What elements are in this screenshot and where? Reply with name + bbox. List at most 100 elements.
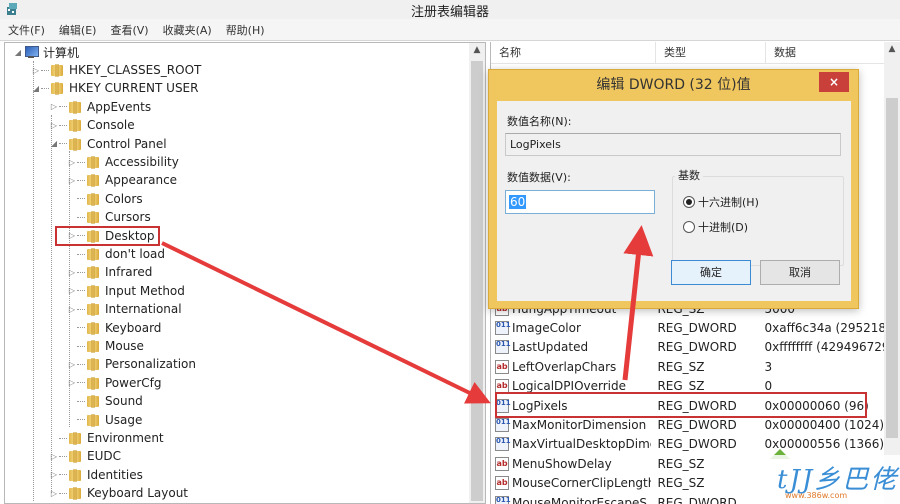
list-row[interactable]: ab LeftOverlapChars REG_SZ 3 xyxy=(491,357,885,376)
folder-icon xyxy=(50,81,64,96)
cancel-button[interactable]: 取消 xyxy=(760,260,840,285)
tree-connector xyxy=(77,161,85,163)
value-name: MouseCornerClipLength xyxy=(512,476,652,491)
tree-item[interactable]: Environment xyxy=(49,429,164,447)
collapsed-icon[interactable]: ▷ xyxy=(67,378,77,387)
collapsed-icon[interactable]: ▷ xyxy=(67,286,77,295)
column-name[interactable]: 名称 xyxy=(491,42,656,63)
collapsed-icon[interactable]: ▷ xyxy=(67,268,77,277)
folder-icon xyxy=(68,118,82,133)
collapsed-icon[interactable]: ▷ xyxy=(67,158,77,167)
menu-edit[interactable]: 编辑(E) xyxy=(59,22,97,38)
tree-item-label: Sound xyxy=(105,394,143,409)
folder-icon xyxy=(68,468,82,482)
collapsed-icon[interactable]: ▷ xyxy=(31,66,41,75)
collapsed-icon[interactable]: ▷ xyxy=(49,489,59,498)
tree-item[interactable]: ▷ Personalization xyxy=(67,355,196,373)
tree-item[interactable]: ▷ Keyboard Layout xyxy=(49,484,188,502)
collapsed-icon[interactable]: ▷ xyxy=(49,470,59,479)
cell-data: 3 xyxy=(764,359,773,374)
tree-item-computer[interactable]: ◢ 计算机 xyxy=(13,43,79,61)
column-data[interactable]: 数据 xyxy=(766,42,885,63)
tree-item[interactable]: Keyboard xyxy=(67,319,161,337)
list-row[interactable]: 011 LastUpdated REG_DWORD 0xffffffff (42949… xyxy=(491,338,885,357)
tree-item[interactable]: ▷ Accessibility xyxy=(67,153,179,171)
expanded-icon[interactable]: ◢ xyxy=(13,48,23,57)
value-data-input[interactable]: 60 xyxy=(505,190,655,214)
radio-hexadecimal[interactable]: 十六进制(H) xyxy=(683,194,759,210)
tree-item[interactable]: ▷ Console xyxy=(49,116,135,134)
collapsed-icon[interactable]: ▷ xyxy=(67,360,77,369)
scroll-up-icon[interactable]: ▲ xyxy=(469,45,485,55)
cell-type: REG_DWORD xyxy=(657,340,737,355)
collapsed-icon[interactable]: ▷ xyxy=(49,121,59,130)
scroll-up-icon[interactable]: ▲ xyxy=(884,44,900,54)
cell-name: ab MenuShowDelay xyxy=(491,456,651,471)
list-scrollbar[interactable]: ▲ xyxy=(884,42,900,504)
watermark-url: www.386w.com xyxy=(785,491,848,500)
value-name-field[interactable]: LogPixels xyxy=(505,133,841,156)
menu-favorites[interactable]: 收藏夹(A) xyxy=(163,22,212,38)
tree-item[interactable]: Cursors xyxy=(67,208,151,226)
collapsed-icon[interactable]: ▷ xyxy=(49,102,59,111)
binary-value-icon: 011 xyxy=(495,340,511,355)
title-bar: 注册表编辑器 xyxy=(0,0,900,20)
collapsed-icon[interactable]: ▷ xyxy=(49,452,59,461)
cell-name: ab LeftOverlapChars xyxy=(491,359,651,374)
cell-name: 011 MouseMonitorEscapeS... xyxy=(491,495,651,504)
radio-decimal[interactable]: 十进制(D) xyxy=(683,219,748,235)
expanded-icon[interactable]: ◢ xyxy=(31,84,41,93)
list-row[interactable]: 011 MaxMonitorDimension REG_DWORD 0x0000040… xyxy=(491,415,885,434)
tree-connector xyxy=(77,327,85,329)
tree-item[interactable]: ▷ Infrared xyxy=(67,263,152,281)
tree-item-label: Environment xyxy=(87,431,164,445)
cell-data: 0xffffffff (4294967295) xyxy=(764,340,886,355)
menu-view[interactable]: 查看(V) xyxy=(110,22,148,38)
column-type[interactable]: 类型 xyxy=(656,42,766,63)
tree-item[interactable]: ▷ AppEvents xyxy=(49,98,151,116)
tree-item-label: Personalization xyxy=(105,357,196,372)
folder-icon xyxy=(86,376,100,390)
menu-help[interactable]: 帮助(H) xyxy=(226,22,265,38)
folder-icon xyxy=(68,431,82,445)
list-row[interactable]: 011ImageColor REG_DWORD 0xaff6c34a (295218… xyxy=(491,318,885,337)
cell-type: REG_SZ xyxy=(657,456,705,471)
tree-item[interactable]: ▷ EUDC xyxy=(49,447,121,465)
close-button[interactable]: × xyxy=(819,72,849,92)
tree-item[interactable]: Mouse xyxy=(67,337,144,355)
list-row[interactable]: 011MaxVirtualDesktopDime...REG_DWORD0x00… xyxy=(491,435,885,454)
tree-scrollbar[interactable]: ▲ xyxy=(469,43,485,503)
folder-icon xyxy=(68,486,82,501)
expanded-icon[interactable]: ◢ xyxy=(49,139,59,148)
tree-item[interactable]: ◢ HKEY CURRENT USER xyxy=(31,79,198,97)
ok-button[interactable]: 确定 xyxy=(671,260,751,285)
tree-item[interactable]: ▷ Identities xyxy=(49,466,143,484)
tree-item[interactable]: don't load xyxy=(67,245,165,263)
tree-item[interactable]: ◢ Control Panel xyxy=(49,135,167,153)
tree-item[interactable]: Colors xyxy=(67,190,143,208)
menu-file[interactable]: 文件(F) xyxy=(8,22,45,38)
collapsed-icon[interactable]: ▷ xyxy=(67,176,77,185)
tree-item[interactable]: ▷ HKEY_CLASSES_ROOT xyxy=(31,61,201,79)
tree-item-label: Keyboard xyxy=(105,320,162,335)
tree-item[interactable]: ▷ Input Method xyxy=(67,282,185,300)
radio-unchecked-icon[interactable] xyxy=(683,221,695,233)
tree-item-label: Console xyxy=(87,118,135,133)
tree-item[interactable]: ▷ PowerCfg xyxy=(67,374,162,392)
list-scroll-thumb[interactable] xyxy=(886,98,898,438)
collapsed-icon[interactable]: ▷ xyxy=(67,305,77,314)
tree-item[interactable]: ▷ Appearance xyxy=(67,171,177,189)
string-value-icon: ab xyxy=(495,456,509,471)
binary-value-icon: 011 xyxy=(495,417,511,432)
tree-item[interactable]: Usage xyxy=(67,411,142,429)
value-name-label: 数值名称(N): xyxy=(507,115,572,128)
radio-checked-icon[interactable] xyxy=(683,196,695,208)
binary-value-icon: 011 xyxy=(495,437,511,452)
value-name: LastUpdated xyxy=(512,340,589,355)
tree-scroll-thumb[interactable] xyxy=(471,61,483,501)
tree-item-label: Colors xyxy=(105,191,143,206)
radio-label: 十六进制(H) xyxy=(698,196,759,209)
tree-item[interactable]: Sound xyxy=(67,392,143,410)
tree-connector xyxy=(77,253,85,255)
tree-item[interactable]: ▷ International xyxy=(67,300,182,318)
